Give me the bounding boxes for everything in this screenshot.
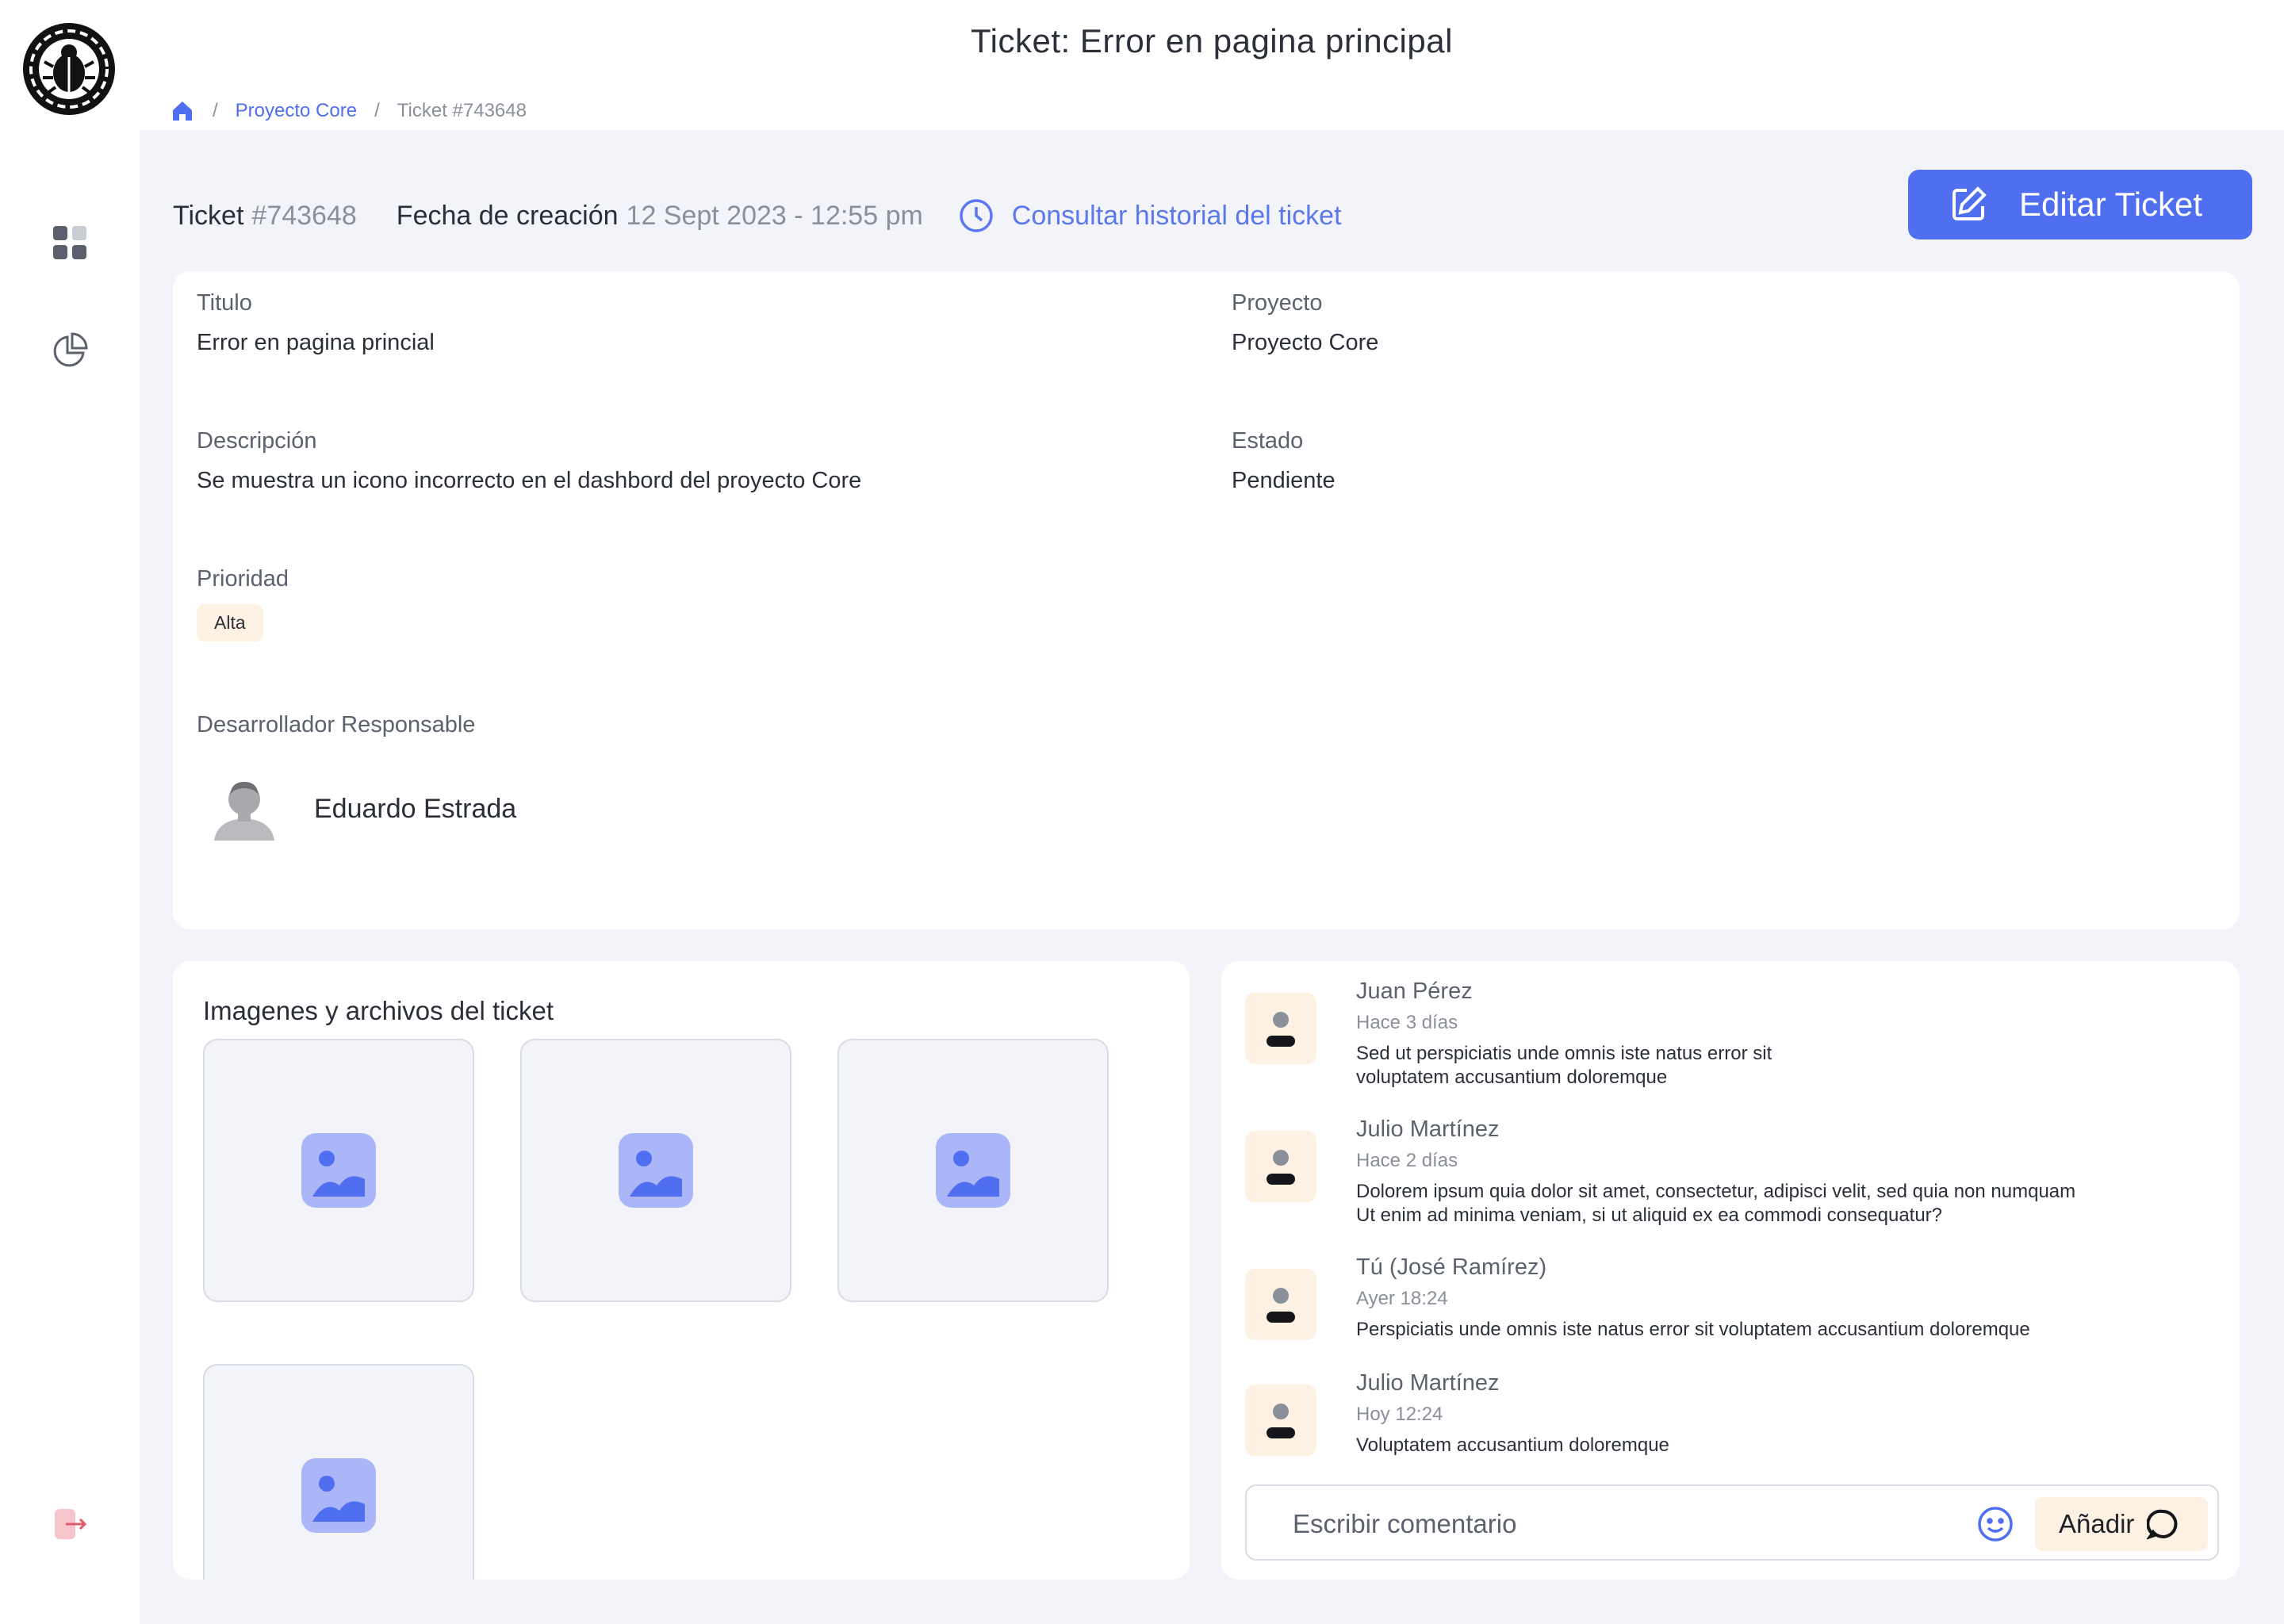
comment-author: Julio Martínez: [1356, 1116, 1500, 1142]
logout-icon[interactable]: [46, 1500, 94, 1548]
ticket-label: Ticket: [173, 200, 244, 231]
comment-time: Hace 3 días: [1356, 1012, 1458, 1033]
sidebar: [0, 0, 140, 1624]
breadcrumb: / Proyecto Core / Ticket #743648: [140, 92, 2284, 130]
user-avatar-icon: [1245, 1385, 1316, 1456]
file-thumbnail[interactable]: [837, 1039, 1109, 1302]
status-value: Pendiente: [1232, 468, 1336, 493]
comment-text: Perspiciatis unde omnis iste natus error…: [1356, 1319, 2030, 1340]
history-link-label: Consultar historial del ticket: [1011, 200, 1342, 231]
breadcrumb-project-link[interactable]: Proyecto Core: [236, 100, 357, 122]
comment-time: Hoy 12:24: [1356, 1404, 1443, 1425]
developer-info: Eduardo Estrada: [206, 771, 516, 847]
status-label: Estado: [1232, 428, 1304, 454]
dashboard-grid-icon[interactable]: [46, 219, 94, 266]
developer-label: Desarrollador Responsable: [197, 712, 476, 737]
comments-card: Juan Pérez Hace 3 días Sed ut perspiciat…: [1221, 961, 2240, 1580]
ticket-meta-bar: Ticket #743648 Fecha de creación 12 Sept…: [173, 184, 1342, 247]
edit-ticket-button[interactable]: Editar Ticket: [1908, 170, 2252, 239]
project-label: Proyecto: [1232, 290, 1323, 316]
developer-name: Eduardo Estrada: [314, 793, 517, 824]
page-title: Ticket: Error en pagina principal: [971, 22, 1453, 59]
home-icon[interactable]: [171, 99, 195, 123]
description-label: Descripción: [197, 428, 317, 454]
add-comment-button[interactable]: Añadir: [2035, 1497, 2208, 1551]
image-placeholder-icon: [936, 1133, 1010, 1208]
ticket-details-card: Titulo Error en pagina princial Proyecto…: [173, 271, 2240, 929]
comment-text: Voluptatem accusantium doloremque: [1356, 1434, 1669, 1456]
comment-text: Sed ut perspiciatis unde omnis iste natu…: [1356, 1043, 1772, 1088]
file-thumbnail[interactable]: [520, 1039, 791, 1302]
chat-bubble-icon: [2147, 1508, 2179, 1540]
user-avatar-icon: [1245, 1269, 1316, 1340]
files-title: Imagenes y archivos del ticket: [203, 996, 554, 1025]
comment-input[interactable]: [1291, 1503, 1992, 1545]
history-link[interactable]: Consultar historial del ticket: [958, 197, 1342, 234]
clock-icon: [958, 197, 994, 234]
comment-author: Julio Martínez: [1356, 1370, 1500, 1396]
file-thumbnail[interactable]: [203, 1039, 474, 1302]
image-placeholder-icon: [301, 1133, 376, 1208]
comment-input-box: Añadir: [1245, 1484, 2219, 1561]
priority-badge: Alta: [197, 604, 263, 642]
emoji-icon[interactable]: [1976, 1505, 2014, 1543]
add-comment-label: Añadir: [2059, 1509, 2135, 1538]
title-value: Error en pagina princial: [197, 330, 435, 355]
comment-text: Dolorem ipsum quia dolor sit amet, conse…: [1356, 1181, 2076, 1226]
edit-ticket-label: Editar Ticket: [2019, 186, 2203, 223]
file-thumbnail[interactable]: [203, 1364, 474, 1580]
image-placeholder-icon: [619, 1133, 693, 1208]
priority-label: Prioridad: [197, 566, 289, 592]
user-avatar-icon: [1245, 1131, 1316, 1202]
developer-avatar: [206, 771, 282, 847]
main-content: Ticket #743648 Fecha de creación 12 Sept…: [140, 130, 2284, 1624]
edit-icon: [1949, 186, 1987, 224]
pie-chart-icon[interactable]: [46, 327, 94, 374]
breadcrumb-current: Ticket #743648: [397, 100, 527, 121]
created-value: 12 Sept 2023 - 12:55 pm: [626, 200, 923, 231]
breadcrumb-separator: /: [374, 100, 380, 121]
description-value: Se muestra un icono incorrecto en el das…: [197, 468, 862, 493]
comment-time: Hace 2 días: [1356, 1150, 1458, 1171]
files-card: Imagenes y archivos del ticket: [173, 961, 1190, 1580]
header: Ticket: Error en pagina principal: [140, 0, 2284, 94]
comment-author: Juan Pérez: [1356, 979, 1473, 1004]
bug-logo-icon[interactable]: [21, 21, 117, 117]
title-label: Titulo: [197, 290, 252, 316]
ticket-id: #743648: [251, 200, 357, 231]
comment-author: Tú (José Ramírez): [1356, 1254, 1547, 1280]
created-label: Fecha de creación: [396, 200, 619, 231]
comment-time: Ayer 18:24: [1356, 1288, 1448, 1309]
project-value: Proyecto Core: [1232, 330, 1379, 355]
user-avatar-icon: [1245, 993, 1316, 1064]
breadcrumb-separator: /: [213, 100, 218, 121]
image-placeholder-icon: [301, 1458, 376, 1533]
